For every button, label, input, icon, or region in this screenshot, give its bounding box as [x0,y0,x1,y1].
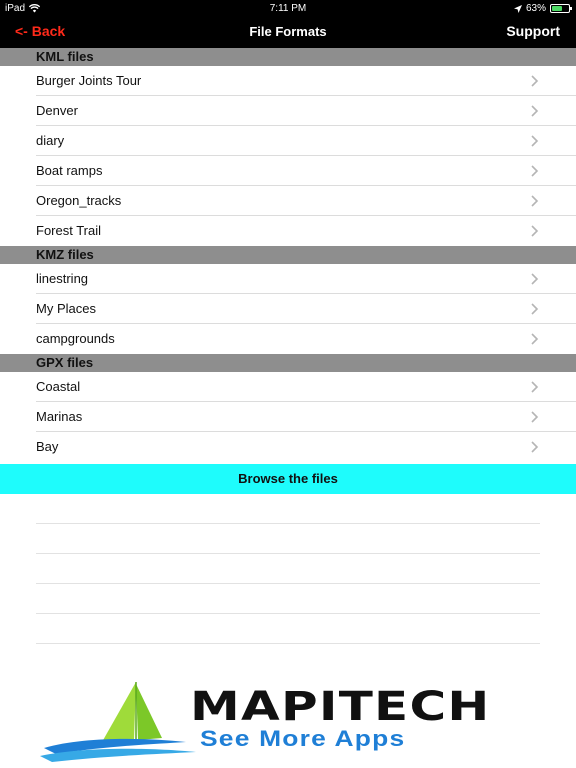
navigation-bar: <- Back File Formats Support [0,18,576,48]
empty-row [36,614,540,644]
see-more-apps-link[interactable]: See More Apps [200,726,405,752]
file-name: diary [36,133,65,148]
file-name: My Places [36,301,96,316]
file-row[interactable]: Boat ramps [0,156,576,186]
chevron-right-icon [531,165,539,177]
file-row[interactable]: My Places [0,294,576,324]
file-row[interactable]: Burger Joints Tour [0,66,576,96]
page-title: File Formats [249,24,327,39]
file-name: Bay [36,439,59,454]
chevron-right-icon [531,381,539,393]
file-list: KML files Burger Joints Tour Denver diary Bo… [0,48,576,462]
file-row[interactable]: Denver [0,96,576,126]
brand-logo: MAPITECH [190,684,491,730]
battery-percent: 63% [525,3,546,14]
file-row[interactable]: Bay [0,432,576,462]
chevron-right-icon [531,135,539,147]
chevron-right-icon [531,333,539,345]
section-header: KMZ files [0,246,576,264]
file-row[interactable]: Marinas [0,402,576,432]
file-row[interactable]: linestring [0,264,576,294]
file-row[interactable]: Coastal [0,372,576,402]
chevron-right-icon [531,303,539,315]
chevron-right-icon [531,75,539,87]
support-button[interactable]: Support [506,23,560,39]
file-row[interactable]: Oregon_tracks [0,186,576,216]
file-row[interactable]: diary [0,126,576,156]
chevron-right-icon [531,225,539,237]
file-name: Boat ramps [36,163,103,178]
empty-rows [36,494,540,644]
chevron-right-icon [531,411,539,423]
empty-row [36,524,540,554]
file-name: linestring [36,271,89,286]
empty-row [36,494,540,524]
status-right: 63% [513,3,572,14]
file-name: Denver [36,103,78,118]
chevron-right-icon [531,195,539,207]
file-name: Marinas [36,409,83,424]
section-header: KML files [0,48,576,66]
file-name: Burger Joints Tour [36,73,142,88]
battery-fill [552,6,563,11]
file-name: Forest Trail [36,223,102,238]
chevron-right-icon [531,441,539,453]
status-bar: iPad 7:11 PM 63% [0,0,576,18]
location-icon [513,4,522,13]
chevron-right-icon [531,273,539,285]
section-header: GPX files [0,354,576,372]
empty-row [36,554,540,584]
file-name: Oregon_tracks [36,193,122,208]
status-time: 7:11 PM [269,3,307,14]
chevron-right-icon [531,105,539,117]
file-name: campgrounds [36,331,115,346]
file-row[interactable]: campgrounds [0,324,576,354]
browse-files-button[interactable]: Browse the files [0,464,576,494]
file-row[interactable]: Forest Trail [0,216,576,246]
mapitech-banner[interactable]: MAPITECH See More Apps [0,680,576,768]
battery-icon [550,4,572,13]
file-name: Coastal [36,379,81,394]
empty-row [36,584,540,614]
